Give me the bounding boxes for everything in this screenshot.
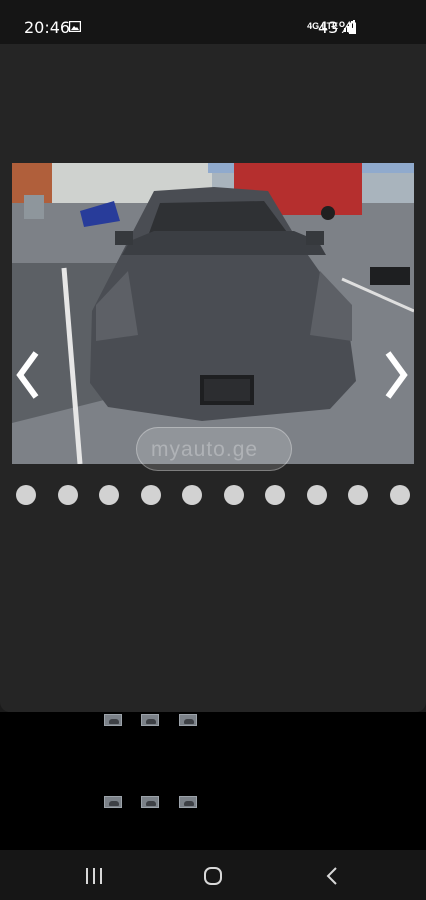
recent-apps-button[interactable] bbox=[83, 866, 105, 886]
thumbnail-image[interactable] bbox=[141, 714, 159, 726]
slide-dot[interactable] bbox=[389, 485, 410, 505]
thumbnail-strip bbox=[0, 712, 426, 850]
slide-dot[interactable] bbox=[223, 485, 244, 505]
slide-dot[interactable] bbox=[348, 485, 368, 505]
slide-dot[interactable] bbox=[16, 485, 36, 505]
status-bar: 20:46 4G LTE 43% bbox=[0, 0, 426, 44]
thumbnail-image[interactable] bbox=[179, 714, 197, 726]
system-nav-bar bbox=[0, 850, 426, 900]
thumbnail-image[interactable] bbox=[104, 714, 122, 726]
thumbnail-image[interactable] bbox=[104, 796, 122, 808]
thumbnail-image[interactable] bbox=[179, 796, 197, 808]
slide-dot[interactable] bbox=[265, 485, 285, 505]
battery-icon bbox=[349, 21, 356, 34]
car-photo[interactable] bbox=[12, 163, 414, 464]
back-button[interactable] bbox=[322, 866, 344, 886]
slide-dot[interactable] bbox=[306, 485, 327, 505]
image-gallery-modal: myauto.ge bbox=[0, 44, 426, 712]
slide-dot[interactable] bbox=[140, 485, 161, 505]
gallery-icon bbox=[69, 21, 81, 32]
slide-dot[interactable] bbox=[182, 485, 202, 505]
home-button[interactable] bbox=[202, 866, 224, 886]
slide-indicator-dots bbox=[16, 485, 410, 505]
watermark: myauto.ge bbox=[136, 427, 292, 471]
slide-dot[interactable] bbox=[99, 485, 119, 505]
chevron-right-icon[interactable] bbox=[382, 349, 410, 401]
chevron-left-icon[interactable] bbox=[14, 349, 42, 401]
thumbnail-image[interactable] bbox=[141, 796, 159, 808]
slide-dot[interactable] bbox=[57, 485, 78, 505]
status-time: 20:46 bbox=[24, 18, 71, 37]
watermark-text: myauto.ge bbox=[151, 438, 259, 461]
